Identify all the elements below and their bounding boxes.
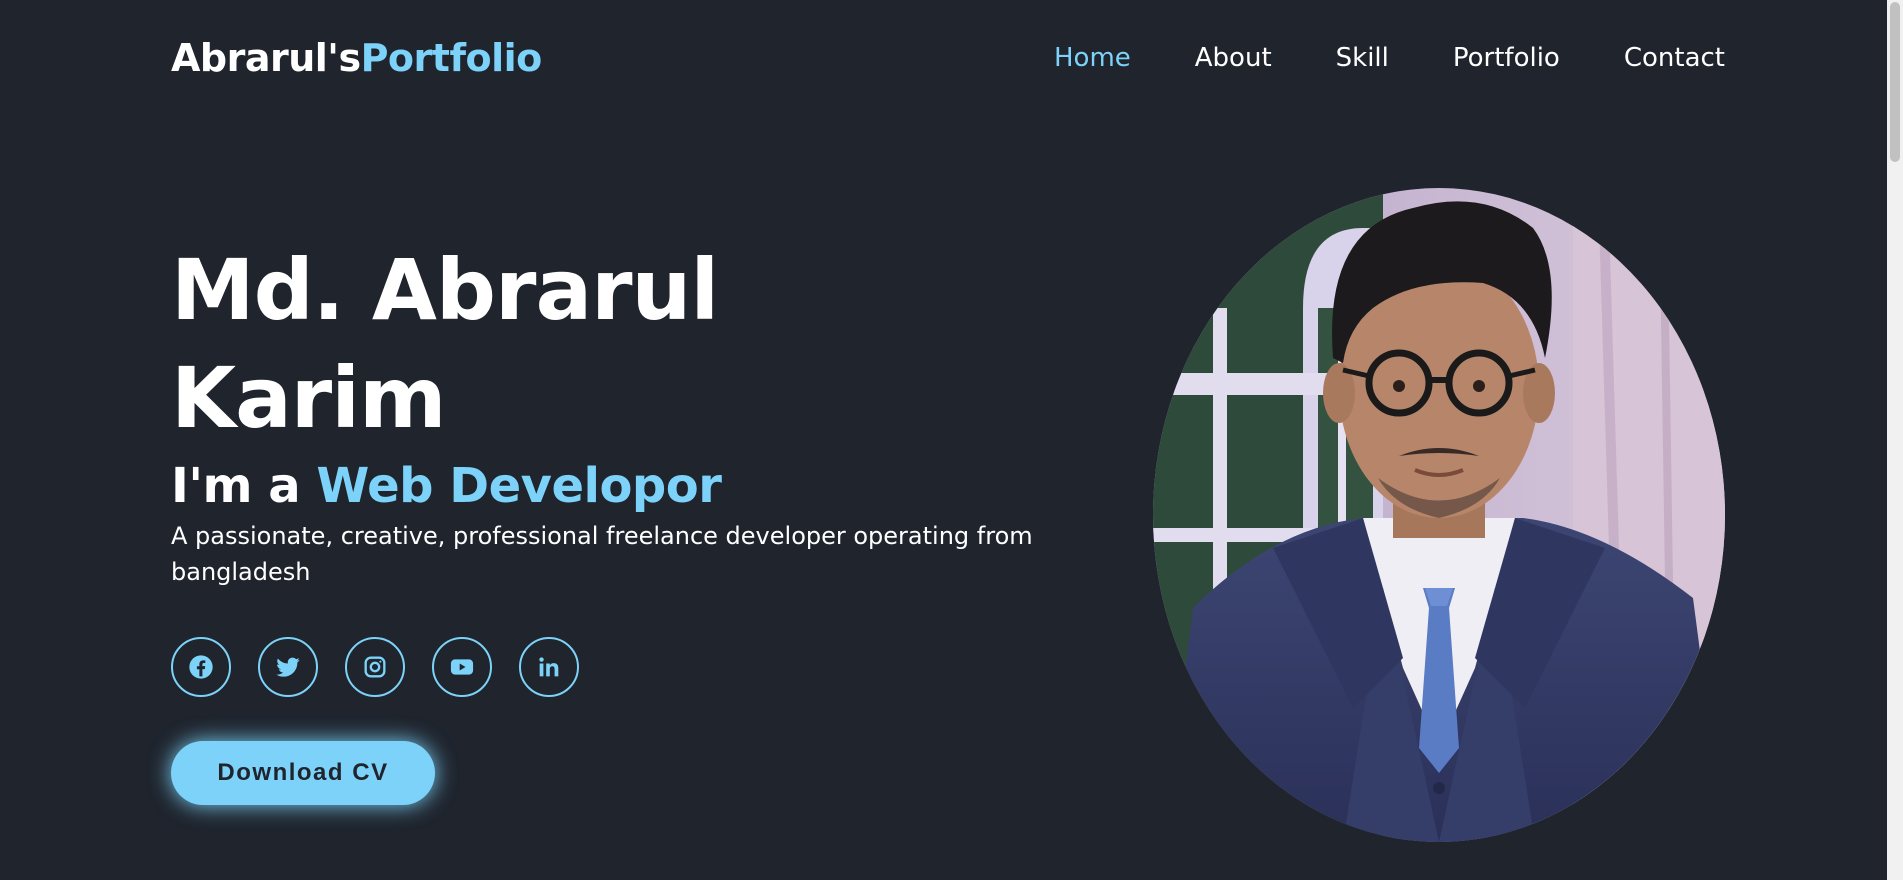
youtube-icon <box>450 659 474 675</box>
hero-name-line1: Md. Abrarul <box>171 241 719 339</box>
twitter-icon <box>276 657 300 677</box>
facebook-link[interactable] <box>171 637 231 697</box>
nav-about[interactable]: About <box>1195 43 1272 73</box>
hero-role-accent: Web Developor <box>316 458 722 514</box>
nav-portfolio[interactable]: Portfolio <box>1453 43 1560 73</box>
download-cv-button[interactable]: Download CV <box>171 741 435 805</box>
profile-portrait-illustration <box>1153 188 1725 842</box>
hero-description: A passionate, creative, professional fre… <box>171 522 1033 586</box>
hero-name-line2: Karim <box>171 349 447 447</box>
logo[interactable]: Abrarul'sPortfolio <box>171 36 542 80</box>
scrollbar[interactable] <box>1887 0 1903 880</box>
nav-home[interactable]: Home <box>1054 43 1131 73</box>
facebook-icon <box>189 655 213 679</box>
nav-contact[interactable]: Contact <box>1624 43 1725 73</box>
logo-main: Abrarul's <box>171 36 361 80</box>
youtube-link[interactable] <box>432 637 492 697</box>
social-links <box>171 637 579 697</box>
main-nav: Home About Skill Portfolio Contact <box>1054 43 1725 73</box>
hero-name: Md. Abrarul Karim <box>171 236 1071 452</box>
scrollbar-thumb[interactable] <box>1890 2 1900 162</box>
twitter-link[interactable] <box>258 637 318 697</box>
site-header: Abrarul'sPortfolio Home About Skill Port… <box>171 28 1725 88</box>
hero-role-prefix: I'm a <box>171 458 317 514</box>
hero-text: Md. Abrarul Karim I'm a Web Developor A … <box>171 236 1071 614</box>
logo-accent: Portfolio <box>360 36 543 80</box>
instagram-link[interactable] <box>345 637 405 697</box>
linkedin-link[interactable] <box>519 637 579 697</box>
hero-role: I'm a Web Developor <box>171 458 1071 514</box>
instagram-icon <box>364 656 386 678</box>
page: Abrarul'sPortfolio Home About Skill Port… <box>0 0 1903 880</box>
profile-photo <box>1153 188 1725 842</box>
linkedin-icon <box>539 657 559 677</box>
nav-skill[interactable]: Skill <box>1336 43 1389 73</box>
